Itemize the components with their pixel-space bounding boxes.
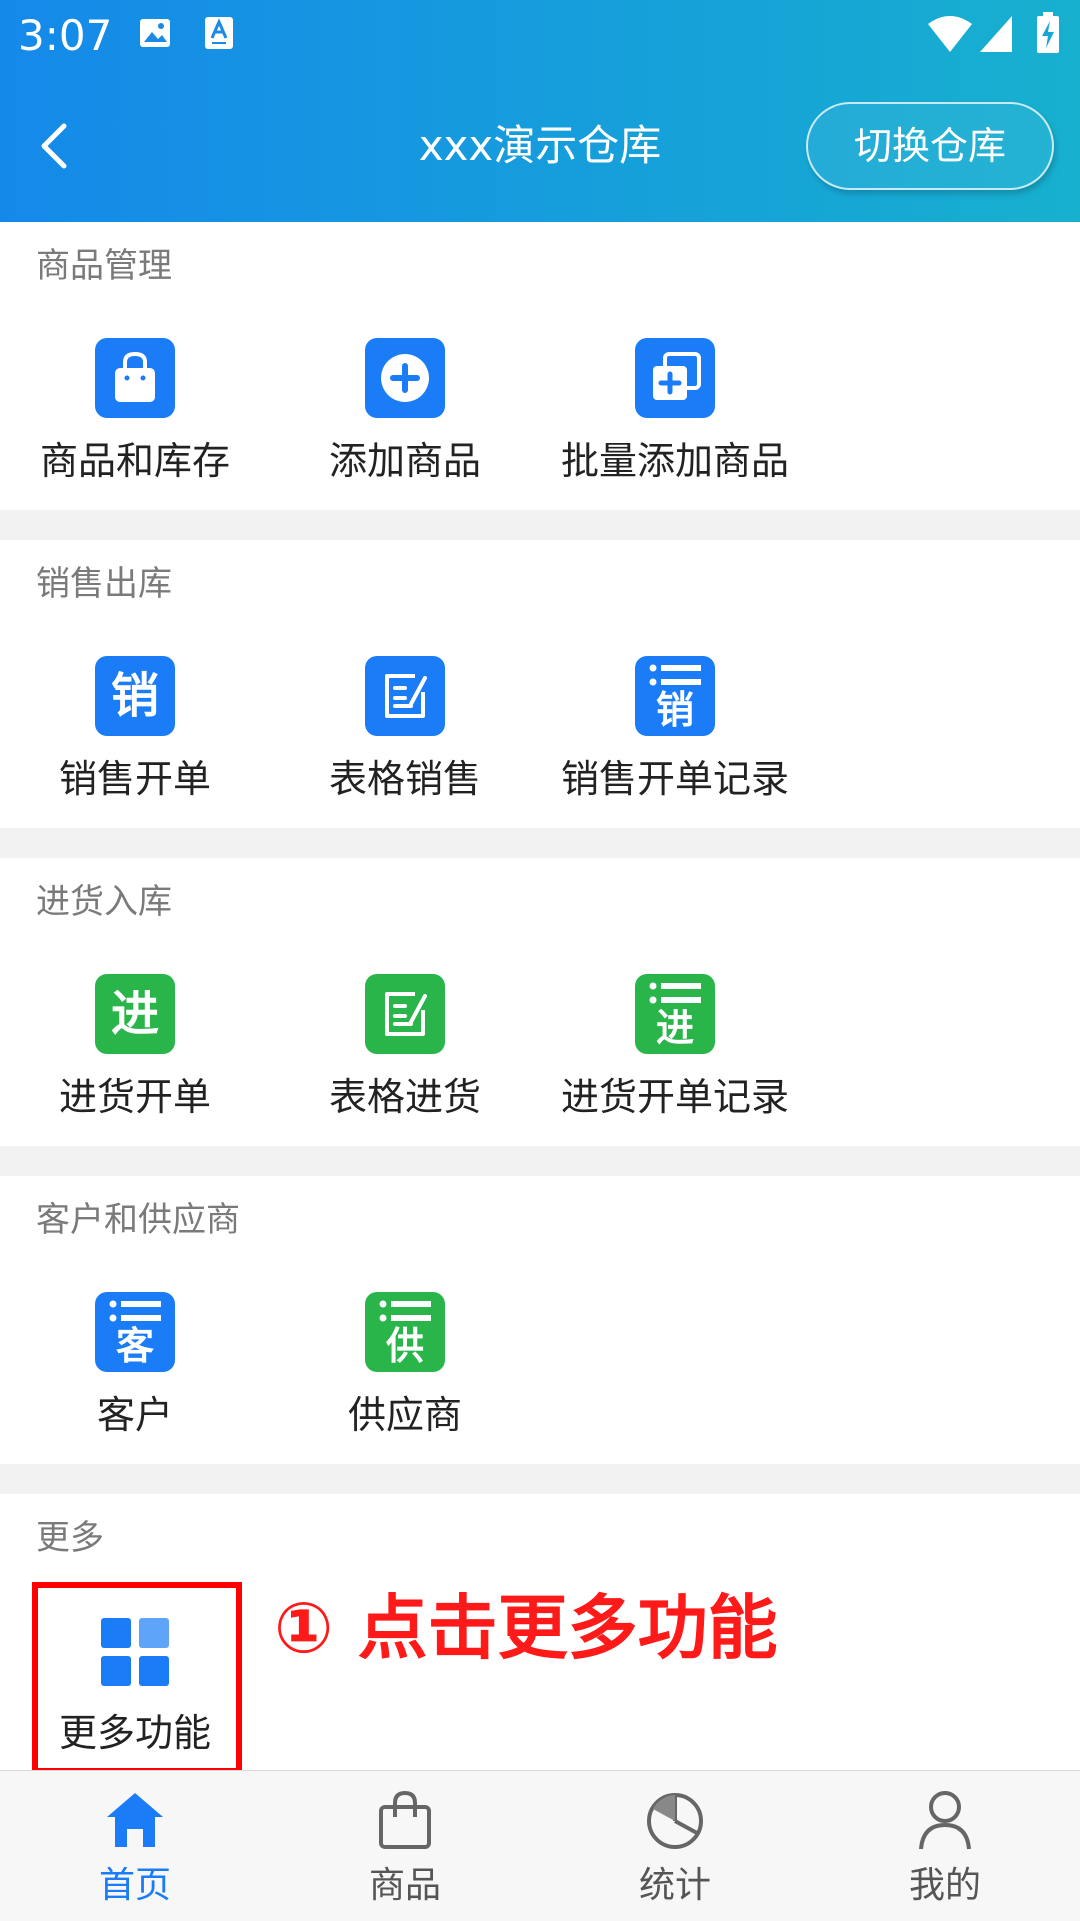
item-label: 销售开单记录 bbox=[560, 757, 789, 801]
battery-charging-icon bbox=[1036, 12, 1060, 58]
batch-add-icon bbox=[635, 338, 715, 418]
supplier-glyph: 供 bbox=[385, 1324, 424, 1368]
sales-order-entry[interactable]: 销 销售开单 bbox=[0, 540, 270, 828]
shopping-bag-icon bbox=[95, 338, 175, 418]
suppliers-entry[interactable]: 供 供应商 bbox=[270, 1176, 540, 1464]
tab-home[interactable]: 首页 bbox=[0, 1771, 270, 1921]
form-sales-entry[interactable]: 表格销售 bbox=[270, 540, 540, 828]
batch-add-goods-entry[interactable]: 批量添加商品 bbox=[540, 222, 810, 510]
supplier-list-icon: 供 bbox=[365, 1292, 445, 1372]
customers-entry[interactable]: 客 客户 bbox=[0, 1176, 270, 1464]
tab-label: 统计 bbox=[638, 1865, 711, 1906]
status-time: 3:07 bbox=[18, 11, 113, 60]
item-label: 销售开单 bbox=[58, 757, 211, 801]
tab-goods[interactable]: 商品 bbox=[270, 1771, 540, 1921]
item-label: 添加商品 bbox=[328, 439, 481, 483]
item-label: 商品和库存 bbox=[39, 439, 230, 483]
image-notification-icon bbox=[138, 16, 172, 54]
sales-order-icon: 销 bbox=[95, 656, 175, 736]
app-notification-icon bbox=[204, 16, 234, 54]
status-bar: 3:07 bbox=[0, 0, 1080, 74]
item-label: 供应商 bbox=[347, 1393, 462, 1437]
plus-circle-icon bbox=[365, 338, 445, 418]
bag-icon bbox=[373, 1787, 437, 1851]
bottom-tab-bar: 首页 商品 统计 我的 bbox=[0, 1770, 1080, 1921]
user-icon bbox=[913, 1787, 977, 1851]
cellular-signal-icon bbox=[978, 14, 1014, 58]
pie-chart-icon bbox=[643, 1787, 707, 1851]
purchase-order-records-entry[interactable]: 进 进货开单记录 bbox=[540, 858, 810, 1146]
form-edit-icon bbox=[365, 974, 445, 1054]
section-customers-suppliers: 客户和供应商 客 客户 供 供应商 bbox=[0, 1176, 1080, 1464]
record-glyph: 进 bbox=[655, 1006, 694, 1050]
item-label: 表格销售 bbox=[328, 757, 481, 801]
purchase-record-icon: 进 bbox=[635, 974, 715, 1054]
app-header: 3:07 xxx演示仓库 切换仓库 bbox=[0, 0, 1080, 222]
tab-label: 我的 bbox=[908, 1865, 981, 1906]
tab-label: 首页 bbox=[98, 1865, 171, 1906]
record-glyph: 销 bbox=[655, 688, 694, 732]
section-goods-management: 商品管理 商品和库存 添加商品 批量添加商品 bbox=[0, 222, 1080, 510]
item-label: 进货开单记录 bbox=[560, 1075, 789, 1119]
purchase-order-entry[interactable]: 进 进货开单 bbox=[0, 858, 270, 1146]
section-purchase-inbound: 进货入库 进 进货开单 表格进货 进 进货开单记录 bbox=[0, 858, 1080, 1146]
switch-warehouse-button[interactable]: 切换仓库 bbox=[806, 102, 1054, 190]
customer-glyph: 客 bbox=[115, 1324, 154, 1368]
purchase-order-icon: 进 bbox=[95, 974, 175, 1054]
add-goods-entry[interactable]: 添加商品 bbox=[270, 222, 540, 510]
annotation-text: ① 点击更多功能 bbox=[274, 1587, 778, 1669]
goods-and-inventory-entry[interactable]: 商品和库存 bbox=[0, 222, 270, 510]
tab-statistics[interactable]: 统计 bbox=[540, 1771, 810, 1921]
section-sales-outbound: 销售出库 销 销售开单 表格销售 销 销售开单记录 bbox=[0, 540, 1080, 828]
item-label: 进货开单 bbox=[58, 1075, 211, 1119]
home-icon bbox=[103, 1787, 167, 1851]
item-label: 表格进货 bbox=[328, 1075, 481, 1119]
sales-order-records-entry[interactable]: 销 销售开单记录 bbox=[540, 540, 810, 828]
tab-label: 商品 bbox=[368, 1865, 441, 1906]
item-label: 客户 bbox=[96, 1393, 173, 1437]
item-label: 批量添加商品 bbox=[560, 439, 789, 483]
sales-record-icon: 销 bbox=[635, 656, 715, 736]
customer-list-icon: 客 bbox=[95, 1292, 175, 1372]
wifi-icon bbox=[926, 14, 974, 58]
form-edit-icon bbox=[365, 656, 445, 736]
highlight-box bbox=[32, 1582, 242, 1774]
form-purchase-entry[interactable]: 表格进货 bbox=[270, 858, 540, 1146]
tab-mine[interactable]: 我的 bbox=[810, 1771, 1080, 1921]
